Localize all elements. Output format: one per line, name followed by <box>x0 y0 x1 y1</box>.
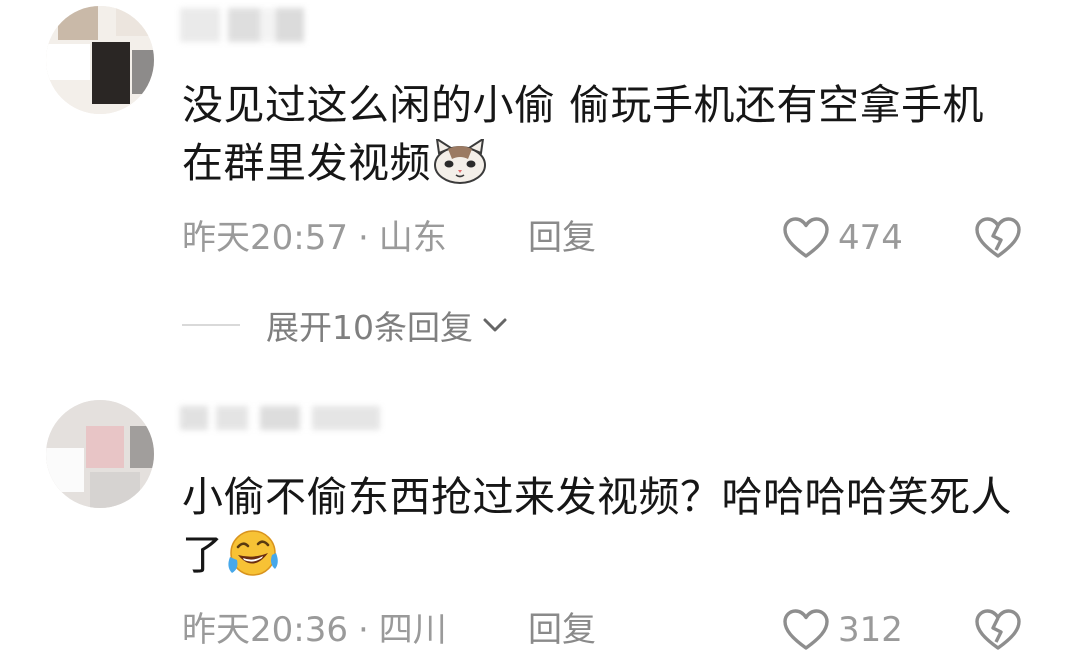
heart-icon <box>783 217 829 258</box>
like-button[interactable]: 312 <box>782 608 903 652</box>
expand-replies-button[interactable]: 展开10条回复 <box>182 303 509 347</box>
meta-separator: · <box>357 610 369 650</box>
broken-heart-icon <box>975 217 1021 258</box>
username[interactable] <box>180 8 380 42</box>
comment-time: 昨天20:36 <box>182 610 348 650</box>
comment-time: 昨天20:57 <box>182 218 348 258</box>
reply-button[interactable]: 回复 <box>528 608 596 652</box>
avatar[interactable] <box>46 6 154 114</box>
avatar[interactable] <box>46 400 154 508</box>
reply-button[interactable]: 回复 <box>528 216 596 260</box>
comment-meta: 昨天20:57 · 山东 回复 <box>182 216 602 260</box>
comment-text: 没见过这么闲的小偷 偷玩手机还有空拿手机在群里发视频 <box>182 76 1022 200</box>
dislike-button[interactable] <box>974 608 1022 652</box>
like-count: 474 <box>838 218 903 258</box>
cat-face-emoji <box>433 136 487 200</box>
broken-heart-icon <box>975 609 1021 650</box>
username[interactable] <box>180 406 380 430</box>
meta-separator: · <box>357 218 369 258</box>
chevron-down-icon <box>483 318 507 332</box>
comment-location: 四川 <box>378 610 447 650</box>
comment-meta: 昨天20:36 · 四川 回复 <box>182 608 602 652</box>
comment-text: 小偷不偷东西抢过来发视频？哈哈哈哈笑死人了 <box>182 468 1022 592</box>
expand-replies-label: 展开10条回复 <box>266 308 473 347</box>
like-count: 312 <box>838 610 903 650</box>
heart-icon <box>783 609 829 650</box>
comment-location: 山东 <box>378 218 447 258</box>
like-button[interactable]: 474 <box>782 216 903 260</box>
dislike-button[interactable] <box>974 216 1022 260</box>
divider-line <box>182 324 240 326</box>
rolling-laughing-emoji <box>226 527 280 592</box>
